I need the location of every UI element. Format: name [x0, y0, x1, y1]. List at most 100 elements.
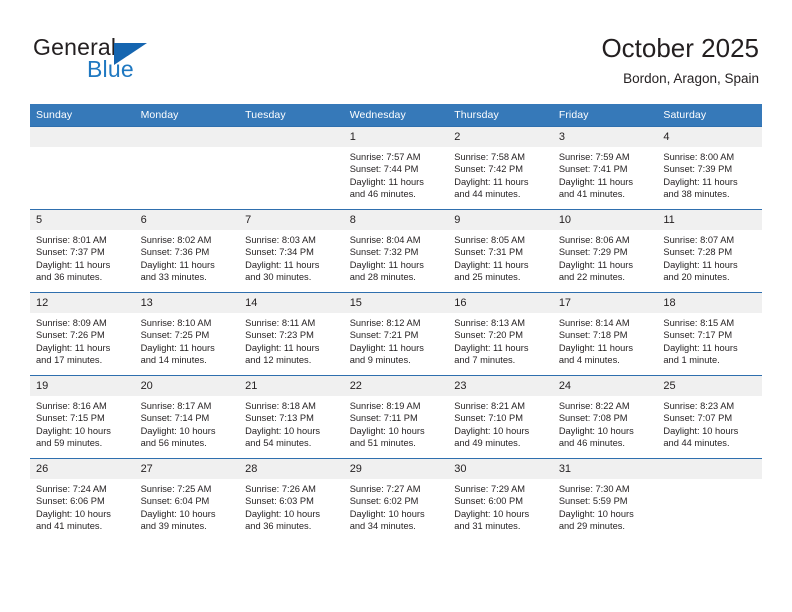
day-number: 24 [552, 376, 658, 396]
calendar-header-row: Sunday Monday Tuesday Wednesday Thursday Frid… [30, 104, 762, 127]
day-details: Sunrise: 7:25 AM Sunset: 6:04 PM Daylight:… [135, 479, 240, 533]
sunset-text: Sunset: 7:39 PM [663, 164, 733, 175]
sunset-text: Sunset: 6:02 PM [349, 496, 419, 507]
calendar-day-cell[interactable]: 25 Sunrise: 8:23 AM Sunset: 7:07 PM Dayligh… [657, 375, 762, 459]
calendar-day-cell[interactable]: 21 Sunrise: 8:18 AM Sunset: 7:13 PM Dayligh… [239, 375, 344, 459]
daylight-text-line2: and 28 minutes. [349, 272, 416, 283]
day-number: 4 [657, 127, 762, 147]
daylight-text-line1: Daylight: 11 hours [454, 259, 529, 270]
daylight-text-line2: and 17 minutes. [36, 355, 103, 366]
daylight-text-line1: Daylight: 11 hours [454, 176, 529, 187]
sunset-text: Sunset: 7:21 PM [349, 330, 419, 341]
daylight-text-line1: Daylight: 11 hours [558, 259, 634, 270]
daylight-text-line1: Daylight: 10 hours [140, 425, 216, 436]
day-details: Sunrise: 7:30 AM Sunset: 5:59 PM Daylight:… [553, 479, 658, 533]
sunset-text: Sunset: 7:29 PM [558, 247, 628, 258]
calendar-day-cell[interactable]: 8 Sunrise: 8:04 AM Sunset: 7:32 PM Daylight… [343, 209, 449, 293]
calendar-day-cell[interactable]: 3 Sunrise: 7:59 AM Sunset: 7:41 PM Daylight… [552, 126, 658, 210]
daylight-text-line1: Daylight: 10 hours [36, 425, 111, 436]
sunrise-text: Sunrise: 7:59 AM [558, 152, 630, 162]
calendar-day-cell[interactable]: 19 Sunrise: 8:16 AM Sunset: 7:15 PM Dayligh… [30, 375, 135, 459]
day-details: Sunrise: 8:12 AM Sunset: 7:21 PM Daylight:… [344, 313, 449, 367]
calendar-cell-empty [657, 458, 762, 541]
calendar-day-cell[interactable]: 30 Sunrise: 7:29 AM Sunset: 6:00 PM Dayligh… [448, 458, 553, 541]
calendar-day-cell[interactable]: 2 Sunrise: 7:58 AM Sunset: 7:42 PM Daylight… [448, 126, 553, 210]
day-details: Sunrise: 8:03 AM Sunset: 7:34 PM Daylight:… [239, 230, 344, 284]
daylight-text-line2: and 44 minutes. [663, 438, 730, 449]
calendar-day-cell[interactable]: 1 Sunrise: 7:57 AM Sunset: 7:44 PM Daylight… [343, 126, 449, 210]
calendar-day-cell[interactable]: 13 Sunrise: 8:10 AM Sunset: 7:25 PM Dayligh… [134, 292, 240, 376]
calendar-day-cell[interactable]: 29 Sunrise: 7:27 AM Sunset: 6:02 PM Dayligh… [343, 458, 449, 541]
day-details: Sunrise: 8:21 AM Sunset: 7:10 PM Daylight:… [448, 396, 553, 450]
daylight-text-line2: and 36 minutes. [245, 521, 312, 532]
daylight-text-line2: and 22 minutes. [558, 272, 625, 283]
calendar-day-cell[interactable]: 17 Sunrise: 8:14 AM Sunset: 7:18 PM Dayligh… [552, 292, 658, 376]
day-number: 13 [134, 293, 240, 313]
calendar-day-cell[interactable]: 15 Sunrise: 8:12 AM Sunset: 7:21 PM Dayligh… [343, 292, 449, 376]
calendar-day-cell[interactable]: 16 Sunrise: 8:13 AM Sunset: 7:20 PM Dayligh… [448, 292, 553, 376]
day-details: Sunrise: 8:04 AM Sunset: 7:32 PM Daylight:… [344, 230, 449, 284]
sunset-text: Sunset: 5:59 PM [558, 496, 628, 507]
day-number: 11 [657, 210, 762, 230]
calendar-cell-empty [239, 126, 344, 210]
sunrise-text: Sunrise: 8:03 AM [245, 235, 316, 245]
day-details [239, 147, 344, 201]
calendar-day-cell[interactable]: 27 Sunrise: 7:25 AM Sunset: 6:04 PM Dayligh… [134, 458, 240, 541]
day-number: 22 [343, 376, 449, 396]
day-number: 19 [30, 376, 135, 396]
daylight-text-line1: Daylight: 10 hours [36, 508, 111, 519]
sunset-text: Sunset: 7:32 PM [349, 247, 419, 258]
calendar-day-cell[interactable]: 31 Sunrise: 7:30 AM Sunset: 5:59 PM Dayligh… [552, 458, 658, 541]
daylight-text-line1: Daylight: 11 hours [558, 342, 634, 353]
daylight-text-line2: and 14 minutes. [140, 355, 207, 366]
day-details: Sunrise: 8:01 AM Sunset: 7:37 PM Daylight:… [30, 230, 135, 284]
sunrise-text: Sunrise: 7:25 AM [140, 484, 212, 494]
calendar-day-cell[interactable]: 4 Sunrise: 8:00 AM Sunset: 7:39 PM Daylight… [657, 126, 762, 210]
sunrise-text: Sunrise: 8:12 AM [349, 318, 421, 328]
calendar-day-cell[interactable]: 18 Sunrise: 8:15 AM Sunset: 7:17 PM Dayligh… [657, 292, 762, 376]
calendar-day-cell[interactable]: 28 Sunrise: 7:26 AM Sunset: 6:03 PM Dayligh… [239, 458, 344, 541]
calendar-day-cell[interactable]: 9 Sunrise: 8:05 AM Sunset: 7:31 PM Daylight… [448, 209, 553, 293]
day-details: Sunrise: 7:26 AM Sunset: 6:03 PM Daylight:… [239, 479, 344, 533]
daylight-text-line2: and 31 minutes. [454, 521, 521, 532]
day-number [134, 127, 240, 147]
sunset-text: Sunset: 7:41 PM [558, 164, 628, 175]
calendar-day-cell[interactable]: 10 Sunrise: 8:06 AM Sunset: 7:29 PM Dayligh… [552, 209, 658, 293]
day-number: 21 [239, 376, 344, 396]
daylight-text-line2: and 38 minutes. [663, 189, 730, 200]
calendar-day-cell[interactable]: 11 Sunrise: 8:07 AM Sunset: 7:28 PM Dayligh… [657, 209, 762, 293]
calendar-grid: Sunday Monday Tuesday Wednesday Thursday Frid… [30, 104, 762, 541]
calendar-day-cell[interactable]: 20 Sunrise: 8:17 AM Sunset: 7:14 PM Dayligh… [134, 375, 240, 459]
day-details: Sunrise: 8:18 AM Sunset: 7:13 PM Daylight:… [239, 396, 344, 450]
calendar-day-cell[interactable]: 6 Sunrise: 8:02 AM Sunset: 7:36 PM Daylight… [134, 209, 240, 293]
sunset-text: Sunset: 6:04 PM [140, 496, 210, 507]
day-number: 29 [343, 459, 449, 479]
calendar-week-row: 26 Sunrise: 7:24 AM Sunset: 6:06 PM Dayligh… [30, 458, 762, 541]
daylight-text-line1: Daylight: 11 hours [245, 259, 320, 270]
calendar-day-cell[interactable]: 23 Sunrise: 8:21 AM Sunset: 7:10 PM Dayligh… [448, 375, 553, 459]
sunrise-text: Sunrise: 8:01 AM [36, 235, 107, 245]
calendar-day-cell[interactable]: 12 Sunrise: 8:09 AM Sunset: 7:26 PM Dayligh… [30, 292, 135, 376]
day-number: 30 [448, 459, 553, 479]
daylight-text-line2: and 49 minutes. [454, 438, 521, 449]
daylight-text-line2: and 51 minutes. [349, 438, 416, 449]
calendar-day-cell[interactable]: 26 Sunrise: 7:24 AM Sunset: 6:06 PM Dayligh… [30, 458, 135, 541]
sunset-text: Sunset: 6:00 PM [454, 496, 523, 507]
sunrise-text: Sunrise: 7:24 AM [36, 484, 107, 494]
calendar-day-cell[interactable]: 14 Sunrise: 8:11 AM Sunset: 7:23 PM Dayligh… [239, 292, 344, 376]
daylight-text-line1: Daylight: 11 hours [36, 342, 111, 353]
day-details: Sunrise: 7:59 AM Sunset: 7:41 PM Daylight:… [553, 147, 658, 201]
day-number [239, 127, 344, 147]
daylight-text-line2: and 4 minutes. [558, 355, 620, 366]
sunrise-text: Sunrise: 8:13 AM [454, 318, 526, 328]
calendar-day-cell[interactable]: 24 Sunrise: 8:22 AM Sunset: 7:08 PM Dayligh… [552, 375, 658, 459]
calendar-day-cell[interactable]: 7 Sunrise: 8:03 AM Sunset: 7:34 PM Daylight… [239, 209, 344, 293]
day-number: 12 [30, 293, 135, 313]
general-blue-logo[interactable]: General Blue [33, 34, 213, 82]
calendar-day-cell[interactable]: 22 Sunrise: 8:19 AM Sunset: 7:11 PM Dayligh… [343, 375, 449, 459]
calendar-day-cell[interactable]: 5 Sunrise: 8:01 AM Sunset: 7:37 PM Daylight… [30, 209, 135, 293]
sunrise-text: Sunrise: 8:10 AM [140, 318, 212, 328]
sunset-text: Sunset: 7:11 PM [349, 413, 418, 424]
sunset-text: Sunset: 7:25 PM [140, 330, 210, 341]
day-number: 5 [30, 210, 135, 230]
